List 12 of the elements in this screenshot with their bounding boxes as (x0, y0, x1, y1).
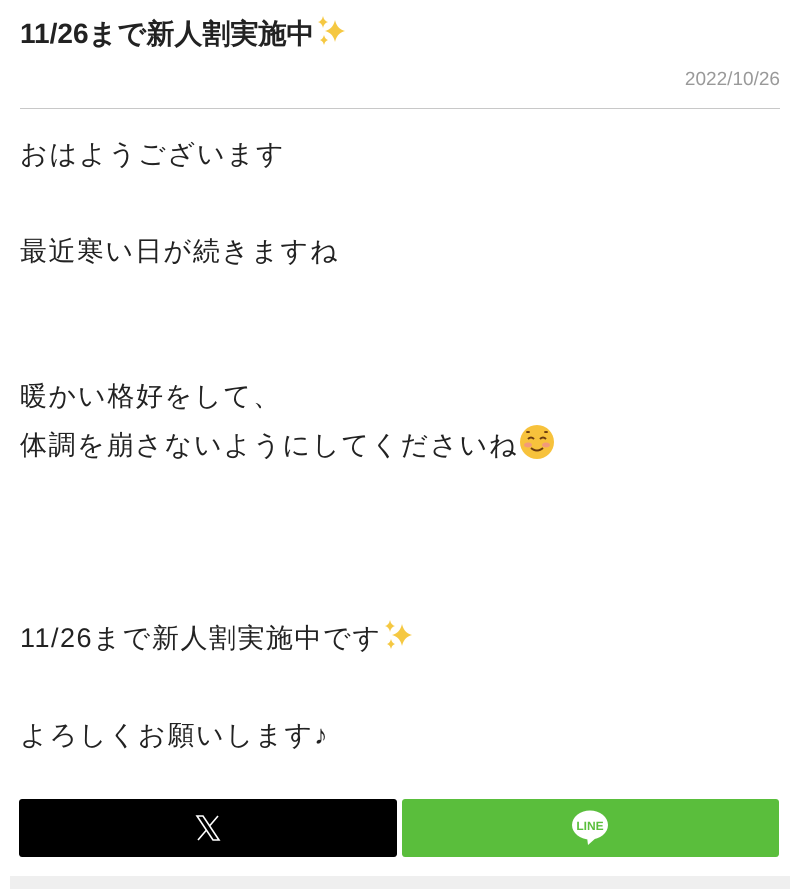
text-line: 最近寒い日が続きますね (20, 234, 340, 268)
x-logo-icon (194, 815, 221, 841)
text-line: おはようございます (20, 138, 286, 171)
x-share-button[interactable] (19, 799, 396, 857)
line-share-button[interactable]: LINE (402, 799, 779, 857)
smiling-face-icon (518, 424, 554, 460)
text-line: 暖かい格好をして、 (20, 380, 282, 413)
post-title: 11/26まで新人割実施中 (20, 18, 315, 49)
text-line: よろしくお願いします♪ (20, 718, 329, 752)
text-line: 11/26まで新人割実施中です (20, 622, 382, 655)
post-date: 2022/10/26 (684, 69, 780, 90)
text-line: 体調を崩さないようにしてくださいね (20, 428, 518, 462)
